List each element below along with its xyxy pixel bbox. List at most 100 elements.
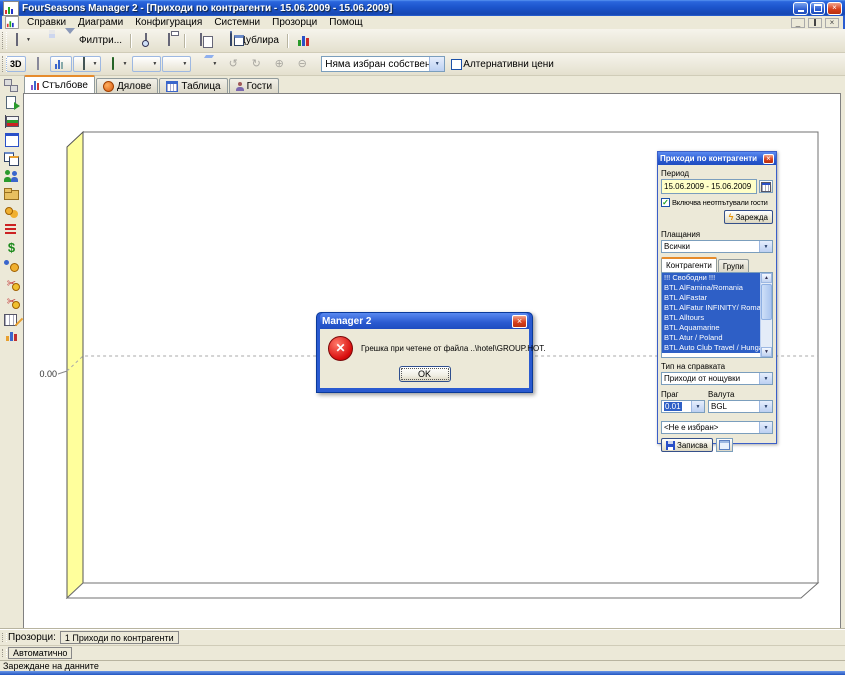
save-report-label: Записва (677, 441, 708, 450)
menu-item-configuration[interactable]: Конфигурация (130, 17, 207, 28)
print-preview-button[interactable] (135, 33, 157, 49)
list-scrollbar[interactable]: ▲ ▼ (760, 273, 772, 357)
legend-button[interactable]: ▼ (73, 56, 102, 72)
contractor-list-item[interactable]: BTL Atur / Poland (662, 333, 760, 343)
chart-person-icon[interactable] (3, 330, 20, 341)
v-gridlines-dropdown-icon[interactable]: ▼ (182, 62, 187, 67)
marks-button[interactable]: ▼ (102, 56, 131, 72)
scissors-coin-icon[interactable]: ✂ (3, 276, 20, 291)
period-input[interactable]: 15.06.2009 - 15.06.2009 (661, 179, 757, 194)
calendar-window-icon[interactable] (3, 132, 20, 147)
3d-toggle-button[interactable]: 3D (6, 56, 26, 72)
panel-close-button[interactable]: × (763, 154, 774, 164)
minimize-button[interactable] (793, 2, 808, 15)
chart-button[interactable] (292, 33, 314, 49)
menu-item-diagrams[interactable]: Диаграми (73, 17, 128, 28)
close-button[interactable]: × (827, 2, 842, 15)
owner-select[interactable]: Няма избран собственици ▼ (321, 56, 445, 72)
h-gridlines-dropdown-icon[interactable]: ▼ (152, 62, 157, 67)
include-guests-checkbox[interactable]: ✓ (661, 198, 670, 207)
currency-select[interactable]: BGL ▼ (708, 400, 773, 413)
contractor-list-item[interactable]: BTL Aquamarine (662, 323, 760, 333)
alt-prices-checkbox[interactable] (451, 59, 462, 70)
scroll-down-icon[interactable]: ▼ (761, 347, 772, 357)
grid-options-button[interactable] (716, 438, 733, 452)
open-window-button[interactable]: 1 Приходи по контрагенти (60, 631, 179, 644)
people-group-icon[interactable] (3, 168, 20, 183)
panel-title-bar[interactable]: Приходи по контрагенти × (658, 152, 776, 165)
folder-icon[interactable] (3, 186, 20, 201)
rotate-view-button[interactable] (27, 56, 49, 72)
3d-depth-dropdown-icon[interactable]: ▼ (212, 62, 217, 67)
ok-button[interactable]: OK (399, 366, 451, 382)
bar-style-button[interactable] (50, 56, 72, 72)
contractor-list-item[interactable]: BTL AlFatur INFINITY/ Romani (662, 303, 760, 313)
new-document-button[interactable]: ▼ (6, 33, 35, 49)
extra-select[interactable]: <Не е избран> ▼ (661, 421, 773, 434)
menu-item-system[interactable]: Системни (209, 17, 265, 28)
red-list-icon[interactable] (3, 222, 20, 237)
contractor-list-item[interactable]: BTL Alltours (662, 313, 760, 323)
scrollbar-thumb[interactable] (761, 284, 772, 320)
org-chart-icon[interactable] (3, 78, 20, 93)
automatic-button[interactable]: Автоматично (8, 647, 72, 659)
contractor-list-item[interactable]: BTL AlFastar (662, 293, 760, 303)
contractor-list-item[interactable]: BTL AlFamina/Romania (662, 283, 760, 293)
threshold-arrow-icon[interactable]: ▼ (691, 401, 704, 412)
tab-bars[interactable]: Стълбове (24, 75, 95, 93)
scroll-up-icon[interactable]: ▲ (761, 273, 772, 283)
mdi-minimize-button[interactable]: _ (791, 18, 805, 28)
payments-select-arrow-icon[interactable]: ▼ (759, 241, 772, 252)
report-type-arrow-icon[interactable]: ▼ (759, 373, 772, 384)
save-button[interactable] (36, 33, 58, 49)
export-page-icon[interactable] (3, 96, 20, 111)
mdi-close-button[interactable]: × (825, 18, 839, 28)
chart-floor (67, 583, 818, 598)
h-gridlines-button[interactable]: ▼ (132, 56, 161, 72)
threshold-combo[interactable]: 0.01 ▼ (661, 400, 705, 413)
coins-icon[interactable] (3, 204, 20, 219)
flag-icon[interactable] (3, 114, 20, 129)
restore-button[interactable] (810, 2, 825, 15)
new-dropdown-icon[interactable]: ▼ (26, 38, 31, 43)
filters-button[interactable]: Филтри... (59, 33, 126, 49)
tab-contractors[interactable]: Контрагенти (661, 257, 717, 272)
dollar-icon[interactable]: $ (3, 240, 20, 255)
chart-canvas: 0.00 Приходи по контрагенти × Период 15.… (23, 93, 841, 629)
payments-select[interactable]: Всички ▼ (661, 240, 773, 253)
people-coin-icon[interactable] (3, 258, 20, 273)
rotate-cw-button[interactable]: ↻ (245, 56, 267, 72)
mdi-restore-button[interactable] (808, 18, 822, 28)
report-type-select[interactable]: Приходи от нощувки ▼ (661, 372, 773, 385)
tab-pie[interactable]: Дялове (96, 78, 158, 93)
error-dialog-close-button[interactable]: × (512, 315, 527, 328)
copy-button[interactable]: ▼ (189, 33, 218, 49)
tab-groups[interactable]: Групи (718, 259, 749, 272)
3d-depth-button[interactable]: ▼ (192, 56, 221, 72)
duplicate-button[interactable]: Дублира (219, 33, 283, 49)
v-gridlines-button[interactable]: ▼ (162, 56, 191, 72)
contractor-list-item[interactable]: !!! Свободни !!! (662, 273, 760, 283)
tab-guests[interactable]: Гости (229, 78, 279, 93)
load-button[interactable]: ϟ Зарежда (724, 210, 773, 224)
save-report-button[interactable]: Записва (661, 438, 713, 452)
currency-arrow-icon[interactable]: ▼ (759, 401, 772, 412)
table-edit-icon[interactable] (3, 312, 20, 327)
menu-item-windows[interactable]: Прозорци (267, 17, 322, 28)
error-dialog-title-bar[interactable]: Manager 2 × (320, 313, 529, 329)
tab-table[interactable]: Таблица (159, 78, 227, 93)
rotate-ccw-button[interactable]: ↺ (222, 56, 244, 72)
menu-item-reports[interactable]: Справки (22, 17, 71, 28)
contractor-list-item[interactable]: BTL Auto Club Travel / Hunga (662, 343, 760, 353)
owner-select-arrow-icon[interactable]: ▼ (429, 57, 444, 71)
calendar-button[interactable] (759, 180, 773, 193)
print-button[interactable] (158, 33, 180, 49)
zoom-in-button[interactable]: ⊕ (268, 56, 290, 72)
scissors-discount-icon[interactable]: ✂ (3, 294, 20, 309)
menu-item-help[interactable]: Помощ (324, 17, 367, 28)
extra-select-arrow-icon[interactable]: ▼ (759, 422, 772, 433)
marks-dropdown-icon[interactable]: ▼ (122, 62, 127, 67)
copy-window-icon[interactable] (3, 150, 20, 165)
legend-dropdown-icon[interactable]: ▼ (93, 62, 98, 67)
zoom-out-button[interactable]: ⊖ (291, 56, 313, 72)
